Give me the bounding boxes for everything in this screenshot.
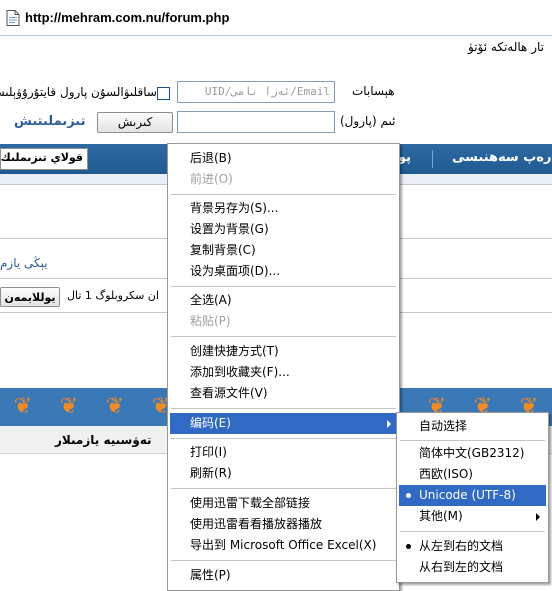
submenu-item-ltr[interactable]: 从左到右的文档 <box>399 536 546 557</box>
menu-item-print[interactable]: 打印(I) <box>170 442 397 463</box>
account-label: ھېسابات <box>352 84 395 98</box>
submenu-item-gb2312[interactable]: 简体中文(GB2312) <box>399 443 546 464</box>
password-label: ئىم (پارول) <box>340 114 396 128</box>
menu-item-paste[interactable]: 粘贴(P) <box>170 311 397 332</box>
submenu-item-rtl[interactable]: 从右到左的文档 <box>399 557 546 578</box>
find-password-link[interactable]: پارول قايتۇرۇۋېلىش <box>0 85 87 99</box>
remember-label: ساقلىۋالسۇن <box>91 85 157 99</box>
new-post-link[interactable]: يېڭى يازم <box>0 256 48 270</box>
menu-separator <box>171 408 396 409</box>
menu-item-add-favorites[interactable]: 添加到收藏夹(F)... <box>170 362 397 383</box>
selected-dot-icon <box>406 544 411 549</box>
account-input[interactable]: UID/ئەزا نامى/Email <box>177 81 335 103</box>
menu-item-encoding-label: 编码(E) <box>190 416 231 430</box>
menu-separator <box>171 438 396 439</box>
menu-separator <box>171 560 396 561</box>
nav-item-honor[interactable]: شەرەپ سەھنىسى <box>452 150 552 165</box>
menu-item-create-shortcut[interactable]: 创建快捷方式(T) <box>170 341 397 362</box>
breadcrumb[interactable]: تار ھالەتكە ئۆتۈ <box>468 40 544 54</box>
submenu-arrow-icon <box>536 513 540 521</box>
page-icon <box>6 10 20 26</box>
url-text[interactable]: http://mehram.com.nu/forum.php <box>25 10 229 25</box>
menu-item-set-background[interactable]: 设置为背景(G) <box>170 219 397 240</box>
table-header-title: تەۋسىيە يازمىلار <box>55 433 152 447</box>
nav-separator <box>432 150 433 168</box>
menu-item-back[interactable]: 后退(B) <box>170 148 397 169</box>
menu-item-view-source[interactable]: 查看源文件(V) <box>170 383 397 404</box>
menu-item-export-excel[interactable]: 导出到 Microsoft Office Excel(X) <box>170 535 397 556</box>
selected-dot-icon <box>406 493 411 498</box>
submenu-item-other[interactable]: 其他(M) <box>399 506 546 527</box>
menu-separator <box>171 194 396 195</box>
menu-separator <box>400 440 545 441</box>
submenu-item-ltr-label: 从左到右的文档 <box>419 539 504 553</box>
quick-nav-button[interactable]: قولاي تىزىملىك <box>0 148 88 170</box>
register-link[interactable]: تىزىملىتىش <box>14 114 85 129</box>
menu-item-copy-background[interactable]: 复制背景(C) <box>170 240 397 261</box>
remember-checkbox[interactable] <box>157 87 170 100</box>
menu-item-save-background[interactable]: 背景另存为(S)... <box>170 198 397 219</box>
info-text: ان سكروبلوگ 1 تال <box>67 289 159 302</box>
menu-item-refresh[interactable]: 刷新(R) <box>170 463 397 484</box>
menu-item-xunlei-play[interactable]: 使用迅雷看看播放器播放 <box>170 514 397 535</box>
menu-separator <box>171 336 396 337</box>
submenu-item-utf8-label: Unicode (UTF-8) <box>419 488 516 502</box>
submenu-item-other-label: 其他(M) <box>419 509 463 523</box>
submenu-arrow-icon <box>387 420 391 428</box>
encoding-submenu: 自动选择 简体中文(GB2312) 西欧(ISO) Unicode (UTF-8… <box>396 412 549 583</box>
menu-separator <box>171 286 396 287</box>
menu-item-encoding[interactable]: 编码(E) <box>170 413 397 434</box>
online-button[interactable]: يوللايمەن <box>0 287 60 307</box>
login-button[interactable]: كىرىش <box>97 112 173 133</box>
menu-item-set-desktop-item[interactable]: 设为桌面项(D)... <box>170 261 397 282</box>
submenu-item-western-iso[interactable]: 西欧(ISO) <box>399 464 546 485</box>
menu-item-forward[interactable]: 前进(O) <box>170 169 397 190</box>
address-bar[interactable]: http://mehram.com.nu/forum.php <box>0 0 552 36</box>
menu-item-xunlei-download-all[interactable]: 使用迅雷下载全部链接 <box>170 493 397 514</box>
context-menu: 后退(B) 前进(O) 背景另存为(S)... 设置为背景(G) 复制背景(C)… <box>167 143 400 591</box>
menu-item-properties[interactable]: 属性(P) <box>170 565 397 586</box>
menu-item-select-all[interactable]: 全选(A) <box>170 290 397 311</box>
submenu-item-auto-select[interactable]: 自动选择 <box>399 416 546 437</box>
password-input[interactable] <box>177 111 335 133</box>
menu-separator <box>400 531 545 532</box>
menu-separator <box>171 488 396 489</box>
submenu-item-utf8[interactable]: Unicode (UTF-8) <box>399 485 546 506</box>
